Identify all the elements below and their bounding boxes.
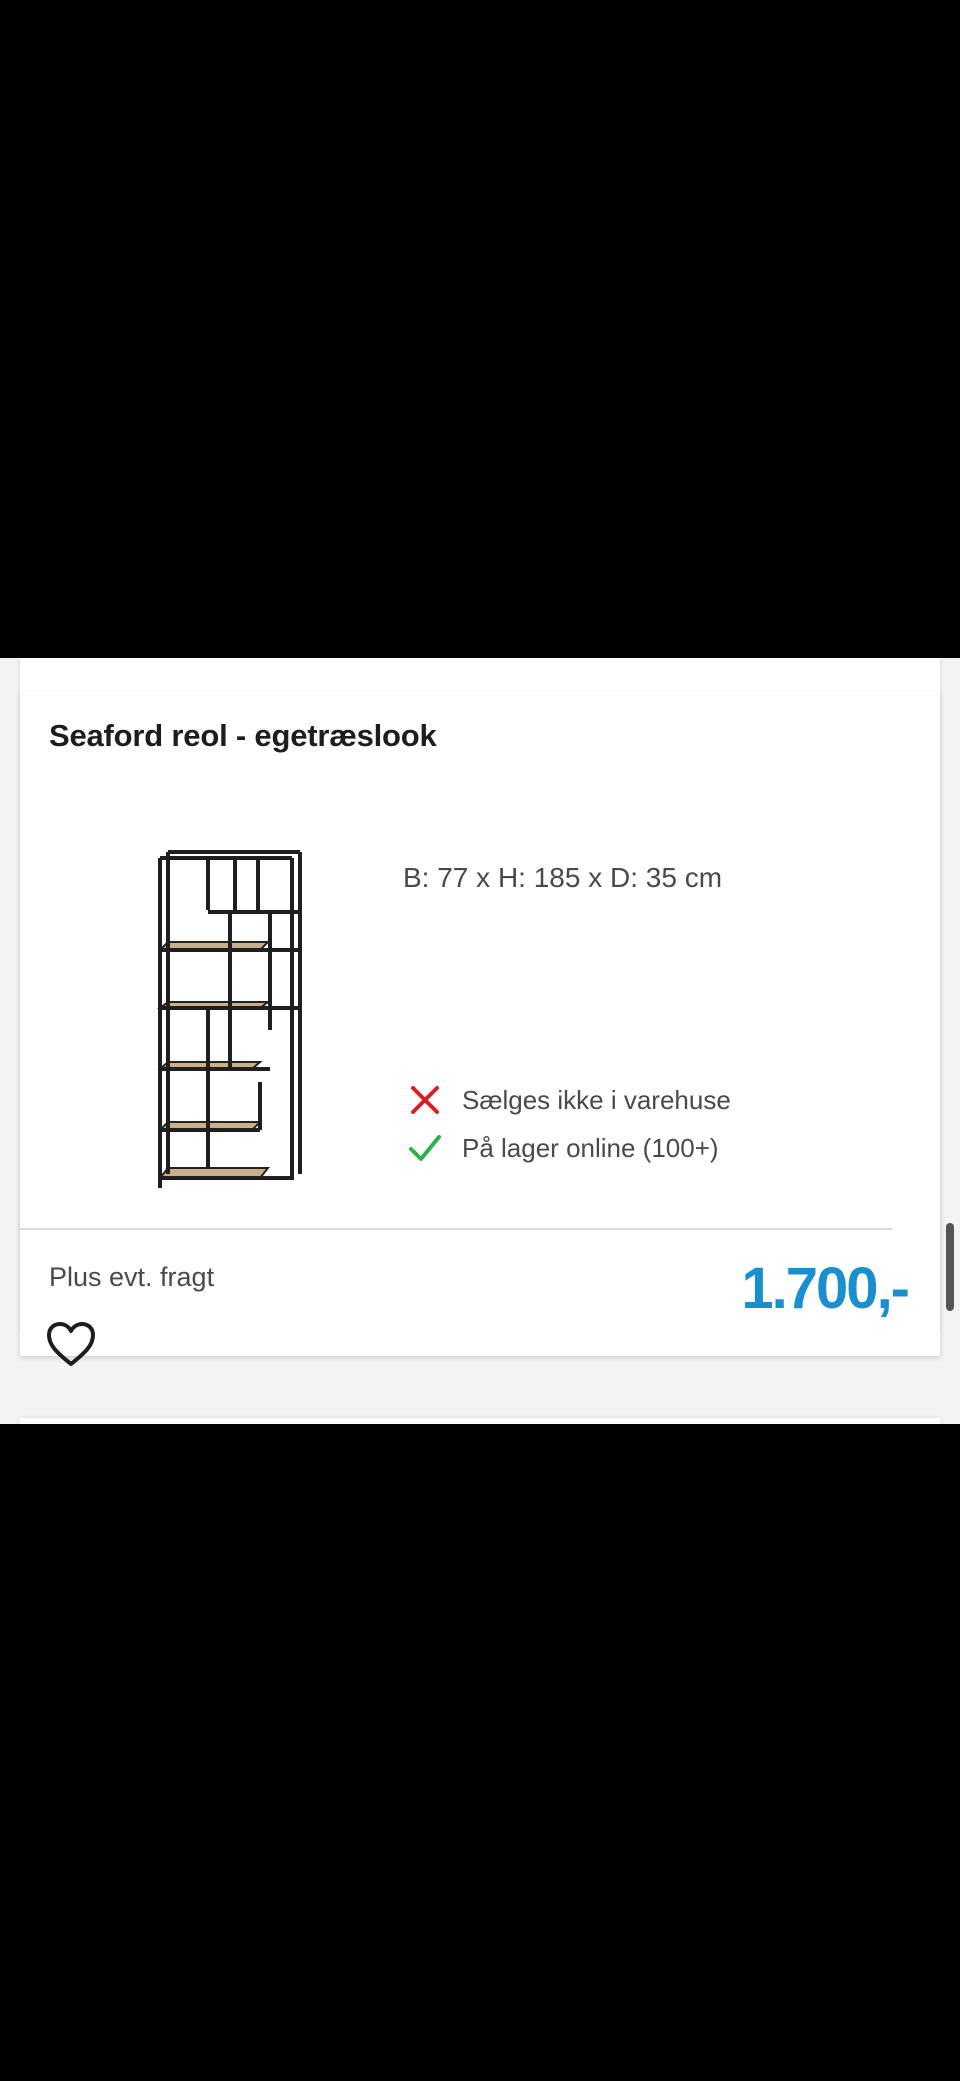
bookshelf-image[interactable] [120, 850, 320, 1190]
divider [20, 1228, 892, 1230]
scrollbar[interactable] [946, 1223, 954, 1311]
availability-store-text: Sælges ikke i varehuse [462, 1084, 731, 1115]
check-icon [409, 1135, 441, 1161]
availability-list: Sælges ikke i varehuse På lager online (… [408, 1076, 731, 1172]
heart-icon[interactable] [46, 1321, 96, 1367]
availability-online-text: På lager online (100+) [462, 1132, 719, 1163]
product-dimensions: B: 77 x H: 185 x D: 35 cm [403, 862, 723, 893]
product-list-viewport: Seaford reol - egetræslook B: 77 x H: 18… [0, 658, 960, 1424]
shipping-note: Plus evt. fragt [49, 1262, 215, 1292]
product-price: 1.700,- [741, 1256, 910, 1321]
product-card[interactable]: Seaford reol - egetræslook B: 77 x H: 18… [20, 692, 940, 1366]
letterbox-bottom [0, 1424, 960, 2081]
x-icon [411, 1086, 439, 1114]
availability-online: På lager online (100+) [408, 1124, 731, 1172]
letterbox-top [0, 0, 960, 658]
availability-store: Sælges ikke i varehuse [408, 1076, 731, 1124]
product-title[interactable]: Seaford reol - egetræslook [49, 718, 437, 754]
